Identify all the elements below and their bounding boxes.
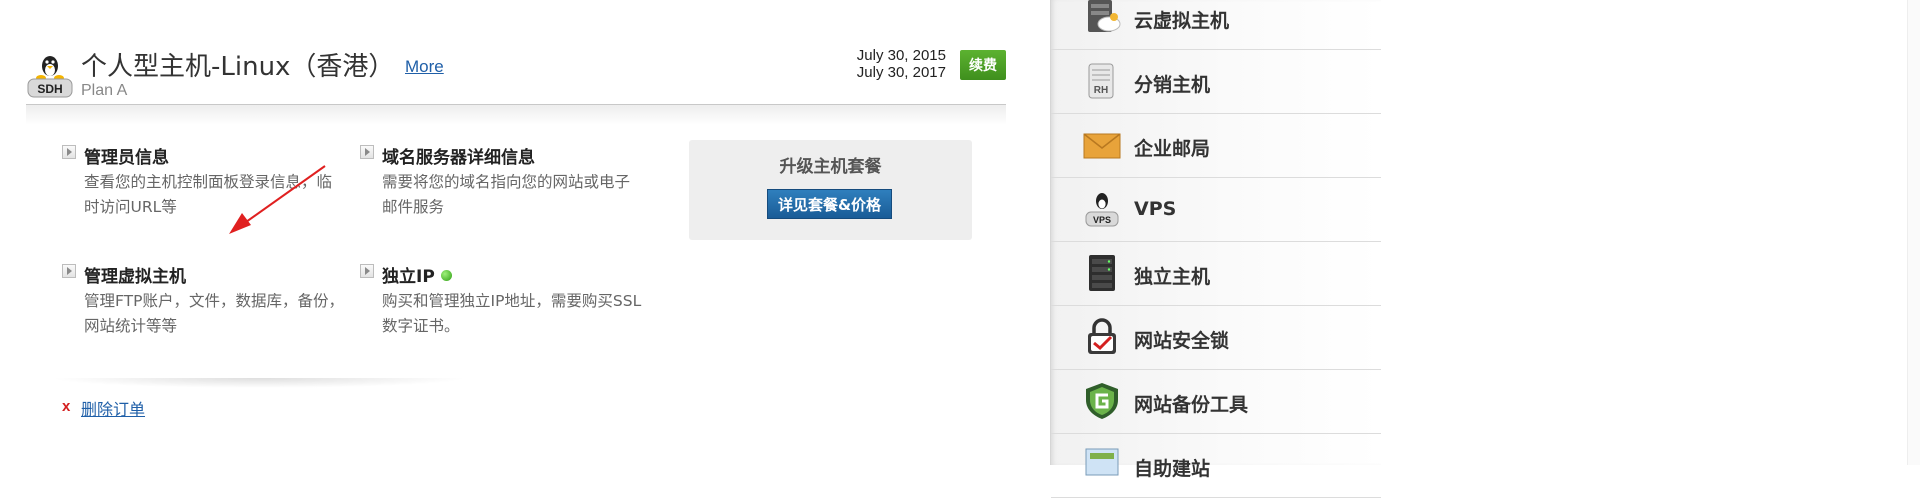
sidebar-item-dedicated-server[interactable]: 独立主机	[1051, 242, 1381, 306]
product-sidebar: 云虚拟主机 RH 分销主机 企业邮局 VPS VPS 独立主机 网站安全锁 网站…	[1050, 0, 1381, 498]
annotation-arrow-icon	[229, 165, 326, 234]
sidebar-item-label: 网站安全锁	[1134, 330, 1230, 352]
sidebar-item-site-backup[interactable]: 网站备份工具	[1051, 370, 1381, 434]
renew-button[interactable]: 续费	[960, 50, 1006, 80]
action-description: 需要将您的域名指向您的网站或电子邮件服务	[382, 173, 631, 216]
main-panel: SDH 个人型主机-Linux（香港） More Plan A July 30,…	[0, 0, 1040, 465]
sidebar-item-vps[interactable]: VPS VPS	[1051, 178, 1381, 242]
linux-vps-icon: VPS	[1085, 193, 1119, 227]
sidebar-item-reseller-hosting[interactable]: RH 分销主机	[1051, 50, 1381, 114]
action-description: 购买和管理独立IP地址，需要购买SSL数字证书。	[382, 292, 642, 335]
view-plans-button[interactable]: 详见套餐&价格	[767, 189, 892, 219]
expand-arrow-icon[interactable]	[360, 264, 374, 278]
sidebar-item-label: 企业邮局	[1134, 138, 1211, 160]
action-title[interactable]: 域名服务器详细信息	[382, 143, 535, 168]
sidebar-item-site-lock[interactable]: 网站安全锁	[1051, 306, 1381, 370]
sidebar-item-label: 自助建站	[1134, 458, 1211, 480]
action-description: 管理FTP账户，文件，数据库，备份，网站统计等等	[84, 292, 344, 335]
action-title[interactable]: 管理员信息	[84, 143, 169, 168]
upgrade-panel: 升级主机套餐 详见套餐&价格	[689, 140, 972, 240]
end-date: July 30, 2017	[856, 64, 946, 81]
sidebar-item-label: VPS	[1134, 198, 1177, 220]
sidebar-item-enterprise-mail[interactable]: 企业邮局	[1051, 114, 1381, 178]
status-dot-icon	[440, 270, 452, 281]
action-title-text[interactable]: 独立IP	[382, 267, 435, 287]
icon-text: VPS	[1093, 215, 1111, 225]
backup-shield-icon	[1086, 383, 1118, 419]
sidebar-item-cloud-hosting[interactable]: 云虚拟主机	[1051, 0, 1381, 50]
security-lock-icon	[1088, 318, 1116, 354]
action-title[interactable]: 独立IP	[382, 262, 452, 287]
sidebar-item-site-builder[interactable]: 自助建站	[1051, 434, 1381, 498]
envelope-icon	[1083, 133, 1121, 159]
expand-arrow-icon[interactable]	[62, 264, 76, 278]
icon-text: RH	[1094, 85, 1108, 96]
sidebar-item-label: 网站备份工具	[1134, 394, 1249, 416]
expand-arrow-icon[interactable]	[360, 145, 374, 159]
reseller-server-icon: RH	[1088, 63, 1114, 99]
dedicated-server-icon	[1089, 255, 1115, 291]
sidebar-item-label: 独立主机	[1134, 266, 1211, 288]
plan-dates: July 30, 2015 July 30, 2017	[857, 47, 946, 81]
action-title[interactable]: 管理虚拟主机	[84, 262, 186, 287]
start-date: July 30, 2015	[856, 47, 946, 64]
linux-penguin-icon: SDH	[27, 56, 73, 98]
plan-subtitle: Plan A	[81, 82, 128, 99]
section-shadow	[50, 378, 468, 388]
cloud-server-icon	[1088, 0, 1121, 32]
plan-header: SDH 个人型主机-Linux（香港） More Plan A July 30,…	[26, 40, 1006, 108]
delete-x-icon: x	[62, 398, 71, 415]
sidebar-item-label: 云虚拟主机	[1134, 10, 1230, 32]
expand-arrow-icon[interactable]	[62, 145, 76, 159]
header-divider	[26, 104, 1006, 125]
delete-order-link[interactable]: 删除订单	[81, 396, 145, 420]
scrollbar[interactable]	[1907, 0, 1920, 465]
more-link[interactable]: More	[405, 57, 444, 77]
site-builder-icon	[1085, 448, 1119, 476]
upgrade-title: 升级主机套餐	[779, 157, 882, 177]
plan-title: 个人型主机-Linux（香港）	[81, 52, 395, 82]
logo-text: SDH	[37, 82, 62, 96]
sidebar-item-label: 分销主机	[1134, 74, 1211, 96]
